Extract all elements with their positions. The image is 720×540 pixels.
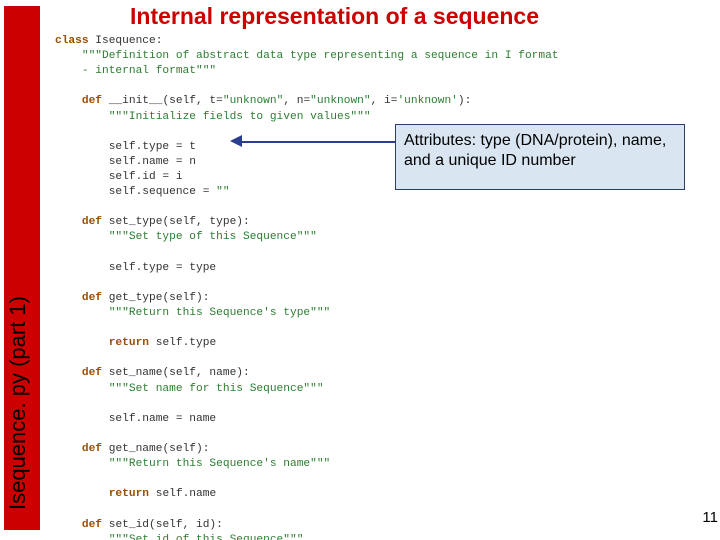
code-text	[55, 111, 109, 123]
code-text	[55, 80, 62, 92]
code-text: get_type(self):	[102, 292, 209, 304]
code-text	[55, 534, 109, 540]
code-text: , i=	[371, 95, 398, 107]
code-text: set_name(self, name):	[102, 367, 250, 379]
code-text: self.id = i	[55, 171, 183, 183]
code-text	[55, 352, 62, 364]
code-text: ):	[458, 95, 471, 107]
code-text	[55, 126, 62, 138]
code-text: , n=	[283, 95, 310, 107]
code-text: self.name	[149, 488, 216, 500]
docstring: - internal format"""	[55, 65, 216, 77]
str: 'unknown'	[397, 95, 457, 107]
docstring: """Set id of this Sequence"""	[109, 534, 304, 540]
code-text	[55, 398, 62, 410]
code-text: Isequence:	[89, 35, 163, 47]
slide-title: Internal representation of a sequence	[130, 3, 700, 30]
code-text: self.type = t	[55, 141, 196, 153]
left-column-label: Isequence. py (part 1)	[5, 273, 31, 533]
code-text	[55, 367, 82, 379]
docstring: """Set type of this Sequence"""	[109, 231, 317, 243]
docstring: """Set name for this Sequence"""	[109, 383, 324, 395]
code-text	[55, 443, 82, 455]
code-text	[55, 383, 109, 395]
code-text: self.name = n	[55, 156, 196, 168]
docstring: """Return this Sequence's type"""	[109, 307, 331, 319]
code-text	[55, 458, 109, 470]
kw-def: def	[82, 519, 102, 531]
code-text	[55, 292, 82, 304]
kw-return: return	[109, 337, 149, 349]
code-text: set_id(self, id):	[102, 519, 223, 531]
kw-class: class	[55, 35, 89, 47]
code-text: get_name(self):	[102, 443, 209, 455]
kw-return: return	[109, 488, 149, 500]
code-text	[55, 488, 109, 500]
callout-text: Attributes: type (DNA/protein), name, an…	[404, 132, 666, 169]
code-text	[55, 95, 82, 107]
code-text	[55, 473, 62, 485]
kw-def: def	[82, 216, 102, 228]
arrow-line	[240, 141, 395, 143]
code-text: self.sequence =	[55, 186, 216, 198]
kw-def: def	[82, 367, 102, 379]
code-text	[55, 307, 109, 319]
arrow-left-icon	[230, 135, 242, 147]
callout-box: Attributes: type (DNA/protein), name, an…	[395, 124, 685, 190]
code-text	[55, 231, 109, 243]
code-text	[55, 519, 82, 531]
code-text: self.type	[149, 337, 216, 349]
kw-def: def	[82, 95, 102, 107]
code-text: self.name = name	[55, 413, 216, 425]
code-text	[55, 277, 62, 289]
kw-def: def	[82, 443, 102, 455]
page-number: 11	[702, 509, 718, 526]
code-text: self.type = type	[55, 262, 216, 274]
docstring: """Return this Sequence's name"""	[109, 458, 331, 470]
kw-def: def	[82, 292, 102, 304]
code-text	[55, 337, 109, 349]
code-text	[55, 216, 82, 228]
code-text	[55, 247, 62, 259]
code-text	[55, 50, 82, 62]
docstring: """Definition of abstract data type repr…	[82, 50, 559, 62]
docstring: """Initialize fields to given values"""	[109, 111, 371, 123]
code-text	[55, 428, 62, 440]
code-text	[55, 503, 62, 515]
code-text: set_type(self, type):	[102, 216, 250, 228]
code-text	[55, 322, 62, 334]
code-text: __init__(self, t=	[102, 95, 223, 107]
str: "unknown"	[310, 95, 370, 107]
code-listing: class Isequence: """Definition of abstra…	[55, 34, 695, 540]
code-text	[55, 201, 62, 213]
str: "unknown"	[223, 95, 283, 107]
str: ""	[216, 186, 229, 198]
slide: Isequence. py (part 1) Internal represen…	[0, 0, 720, 540]
